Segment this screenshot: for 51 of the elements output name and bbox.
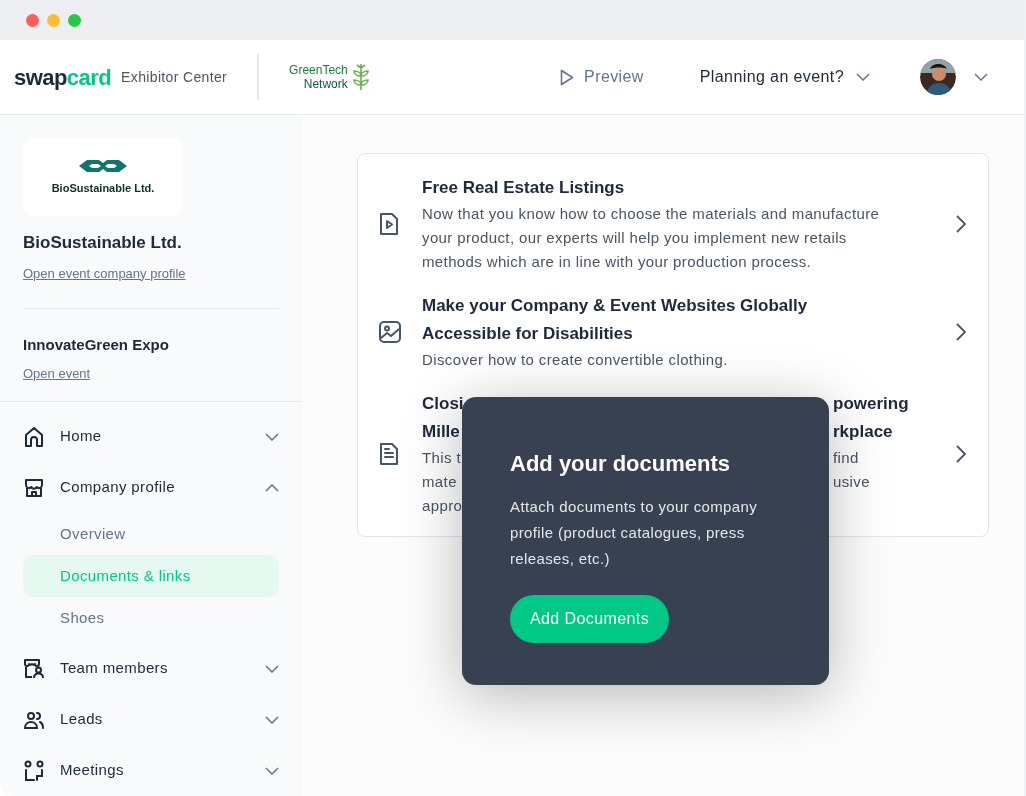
nav-subitem[interactable]: Overview	[23, 513, 279, 555]
chevron-right-icon[interactable]	[956, 215, 966, 233]
booth-person-icon	[23, 657, 45, 680]
chevron-down-icon	[265, 664, 279, 673]
company-profile-link[interactable]: Open event company profile	[23, 263, 186, 284]
account-menu[interactable]	[920, 59, 988, 95]
nav-item[interactable]: Home	[23, 411, 279, 462]
nav-item[interactable]: Company profile	[23, 462, 279, 513]
play-icon	[560, 68, 575, 86]
chevron-right-icon[interactable]	[956, 323, 966, 341]
popup-text: Attach documents to your company profile (product catalogues, press releases, etc.)	[510, 497, 759, 569]
company-name: BioSustainable Ltd.	[23, 232, 183, 255]
nav-item[interactable]: Leads	[23, 694, 279, 745]
video-file-icon	[378, 212, 400, 236]
nav-item[interactable]: Meetings	[23, 745, 279, 796]
exhibitor-center-label: Exhibitor Center	[121, 67, 228, 87]
caret-icon	[974, 73, 988, 81]
text-fragment: rkplace	[833, 421, 893, 443]
partner-logo: GreenTech Network	[289, 62, 370, 92]
popup-title: Add your documents	[510, 450, 730, 478]
chevron-down-icon	[265, 715, 279, 724]
text-fragment: Mille	[422, 421, 460, 443]
preview-button[interactable]: Preview	[560, 65, 644, 89]
text-fragment: mate	[422, 472, 457, 492]
home-icon	[23, 425, 45, 448]
nav-subitem[interactable]: Shoes	[23, 597, 279, 639]
company-logo: BioSustainable Ltd.	[23, 138, 183, 217]
text-fragment: Closi	[422, 393, 464, 415]
text-fragment: find	[833, 448, 859, 468]
item-description: Discover how to create convertible clothing.	[422, 350, 729, 370]
text-fragment: powering	[833, 393, 909, 415]
chevron-right-icon[interactable]	[956, 445, 966, 463]
text-fragment: This t	[422, 448, 461, 468]
chevron-down-icon	[265, 766, 279, 775]
meeting-icon	[23, 759, 45, 782]
store-icon	[23, 476, 45, 499]
text-fragment: appro	[422, 496, 463, 516]
nav-item[interactable]: Team members	[23, 643, 279, 694]
chevron-down-icon	[265, 432, 279, 441]
image-icon	[378, 320, 402, 344]
brand-logo: swapcard	[14, 63, 112, 92]
text-fragment: usive	[833, 472, 870, 492]
item-title[interactable]: Free Real Estate Listings	[422, 174, 956, 202]
chevron-up-icon	[265, 483, 279, 492]
document-icon	[378, 442, 400, 466]
planning-dropdown[interactable]: Planning an event?	[699, 65, 870, 89]
item-title[interactable]: Make your Company & Event Websites Globally Accessible for Disabilities	[422, 292, 956, 348]
event-name: InnovateGreen Expo	[23, 335, 170, 355]
caret-icon	[856, 73, 870, 81]
open-event-link[interactable]: Open event	[23, 363, 91, 383]
item-description: Now that you know how to choose the materials and manufacture your product, our experts will help you implement new retails methods which are in line with your production process.	[422, 204, 881, 272]
